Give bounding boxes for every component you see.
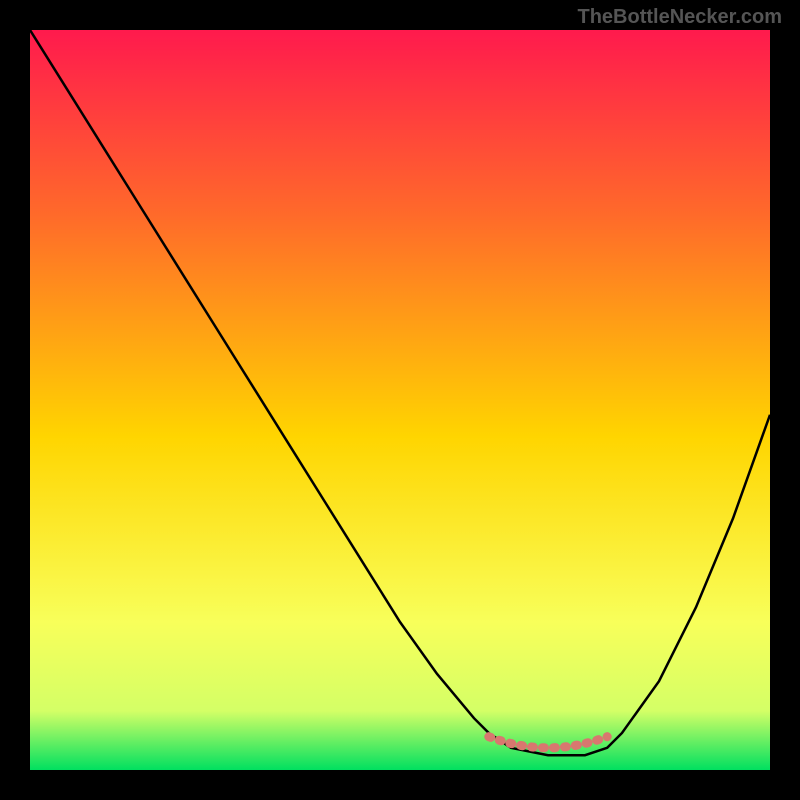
bottleneck-chart [30, 30, 770, 770]
watermark-text: TheBottleNecker.com [577, 6, 782, 29]
gradient-background [30, 30, 770, 770]
chart-container [30, 30, 770, 770]
